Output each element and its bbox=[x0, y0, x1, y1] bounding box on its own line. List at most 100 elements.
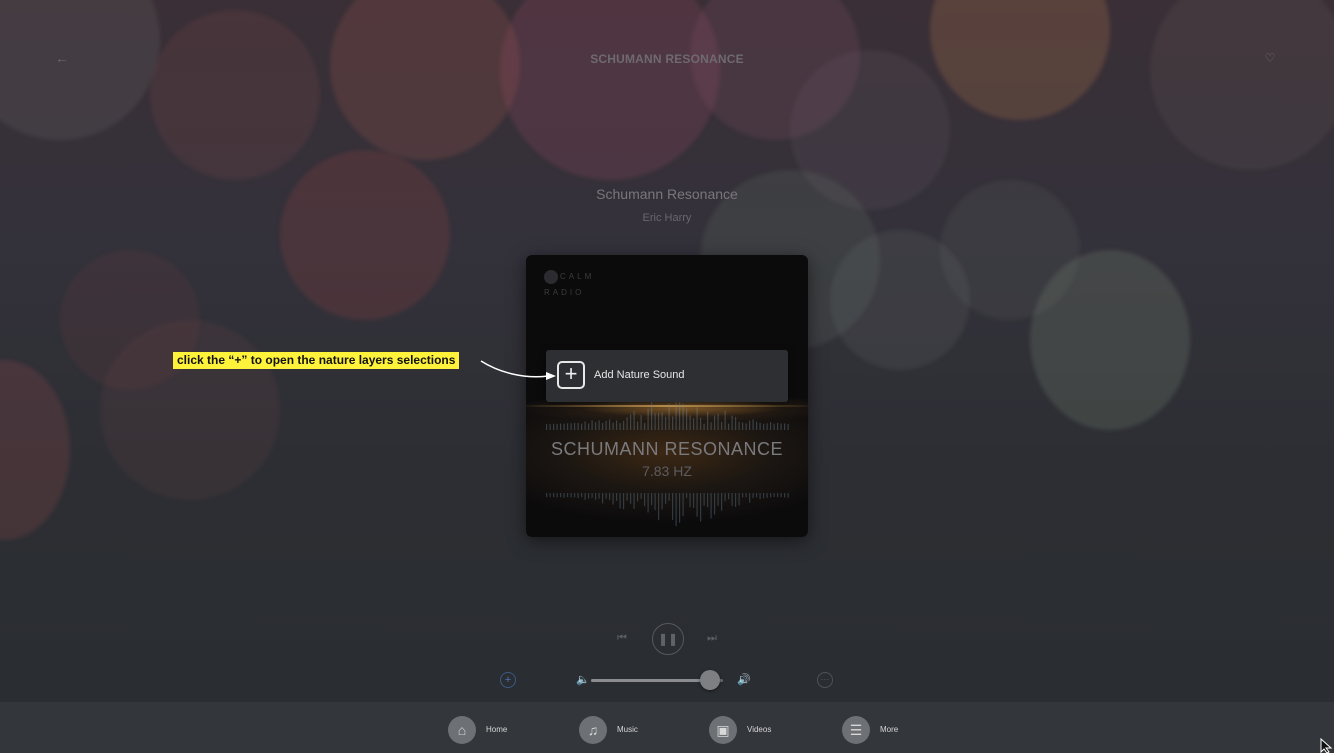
waveform-bar bbox=[609, 493, 611, 500]
skip-next-icon[interactable]: ⏭ bbox=[704, 630, 720, 646]
waveform-bar bbox=[619, 493, 621, 509]
waveform-bar bbox=[602, 422, 604, 430]
waveform-bar bbox=[731, 415, 733, 430]
waveform-bar bbox=[679, 493, 681, 523]
waveform-bar bbox=[714, 493, 716, 515]
film-icon: ▣ bbox=[709, 716, 737, 744]
waveform-bar bbox=[563, 423, 565, 430]
artwork-subtitle: 7.83 HZ bbox=[642, 463, 692, 479]
waveform-bar bbox=[644, 493, 646, 507]
pause-button[interactable]: ❚❚ bbox=[652, 623, 684, 655]
waveform-bar bbox=[574, 493, 576, 498]
volume-high-icon[interactable]: 🔊 bbox=[737, 672, 755, 688]
bottom-navigation: ⌂ Home ♫ Music ▣ Videos ☰ More bbox=[0, 702, 1334, 753]
waveform-bar bbox=[668, 493, 670, 501]
waveform-bar bbox=[721, 493, 723, 511]
waveform-bar bbox=[714, 415, 716, 430]
waveform-bar bbox=[651, 493, 653, 506]
menu-icon: ☰ bbox=[842, 716, 870, 744]
artwork-title: SCHUMANN RESONANCE bbox=[550, 439, 784, 459]
waveform-bar bbox=[563, 493, 565, 498]
waveform-bar bbox=[588, 423, 590, 430]
waveform-bar bbox=[640, 415, 642, 430]
waveform-bar bbox=[567, 423, 569, 430]
nav-label: Videos bbox=[747, 725, 772, 734]
waveform-bar bbox=[574, 422, 576, 430]
waveform-bar bbox=[570, 423, 572, 430]
waveform-bar bbox=[630, 414, 632, 430]
page-title: SCHUMANN RESONANCE bbox=[590, 52, 744, 66]
waveform-bar bbox=[745, 493, 747, 498]
more-icon[interactable]: ··· bbox=[817, 672, 833, 688]
waveform-bar bbox=[742, 422, 744, 430]
volume-slider-fill bbox=[591, 679, 710, 682]
waveform-bar bbox=[703, 493, 705, 506]
waveform-bar bbox=[647, 408, 649, 430]
waveform-bar bbox=[780, 493, 782, 498]
waveform-bar bbox=[780, 423, 782, 430]
waveform-bar bbox=[567, 493, 569, 498]
waveform-bar bbox=[728, 493, 730, 500]
waveform-bar bbox=[605, 420, 607, 430]
waveform-bar bbox=[553, 423, 555, 430]
waveform-bar bbox=[546, 423, 548, 430]
waveform-bar bbox=[595, 422, 597, 430]
waveform-bar bbox=[710, 422, 712, 430]
volume-low-icon[interactable]: 🔈 bbox=[576, 673, 590, 687]
waveform-bar bbox=[717, 413, 719, 430]
callout-arrow bbox=[480, 360, 556, 380]
waveform-bar bbox=[724, 410, 726, 430]
waveform-bar bbox=[560, 423, 562, 430]
waveform-bar bbox=[675, 399, 677, 430]
waveform-bar bbox=[609, 419, 611, 430]
waveform-bar bbox=[707, 493, 709, 508]
waveform-bar bbox=[654, 493, 656, 511]
waveform-bar bbox=[784, 493, 786, 498]
waveform-bar bbox=[616, 420, 618, 430]
waveform-bar bbox=[546, 493, 548, 498]
add-nature-sound-label[interactable]: Add Nature Sound bbox=[594, 369, 685, 381]
waveform-bar bbox=[770, 422, 772, 430]
volume-slider-knob[interactable] bbox=[699, 670, 720, 690]
waveform-bar bbox=[724, 493, 726, 502]
nav-label: Home bbox=[486, 725, 508, 734]
waveform-bar bbox=[637, 493, 639, 502]
track-artist: Eric Harry bbox=[642, 212, 692, 224]
waveform-bar bbox=[717, 493, 719, 506]
waveform-bar bbox=[556, 423, 558, 430]
waveform-bar bbox=[647, 493, 649, 513]
waveform-bar bbox=[577, 422, 579, 430]
waveform-bar bbox=[759, 493, 761, 500]
waveform-bar bbox=[658, 412, 660, 430]
waveform-bar bbox=[577, 493, 579, 498]
plus-icon[interactable]: + bbox=[557, 361, 585, 389]
waveform-bar bbox=[623, 493, 625, 510]
waveform-bar bbox=[661, 493, 663, 510]
waveform-bar bbox=[556, 493, 558, 498]
music-note-icon: ♫ bbox=[579, 716, 607, 744]
waveform-bar bbox=[560, 493, 562, 498]
waveform-bar bbox=[749, 420, 751, 430]
waveform-bar bbox=[661, 412, 663, 430]
waveform-bar bbox=[689, 493, 691, 508]
waveform-bar bbox=[549, 423, 551, 430]
waveform-bar bbox=[707, 411, 709, 430]
add-nature-sound-popup: + Add Nature Sound bbox=[546, 350, 788, 402]
plus-circle-icon[interactable]: + bbox=[500, 672, 516, 688]
waveform-bar bbox=[787, 493, 789, 498]
waveform-bar bbox=[696, 406, 698, 430]
waveform-bar bbox=[630, 493, 632, 504]
waveform-bar bbox=[626, 493, 628, 501]
waveform-bar bbox=[752, 493, 754, 498]
waveform-bar bbox=[675, 493, 677, 527]
waveform-bar bbox=[738, 421, 740, 430]
waveform-bar bbox=[626, 417, 628, 430]
waveform-bar bbox=[756, 493, 758, 498]
skip-previous-icon[interactable]: ⏮ bbox=[614, 630, 630, 646]
heart-icon[interactable]: ♡ bbox=[1262, 50, 1278, 66]
waveform-bar bbox=[637, 421, 639, 430]
waveform-bar bbox=[595, 493, 597, 500]
waveform-bar bbox=[591, 493, 593, 498]
waveform-bar bbox=[759, 422, 761, 430]
waveform-bar bbox=[749, 493, 751, 503]
